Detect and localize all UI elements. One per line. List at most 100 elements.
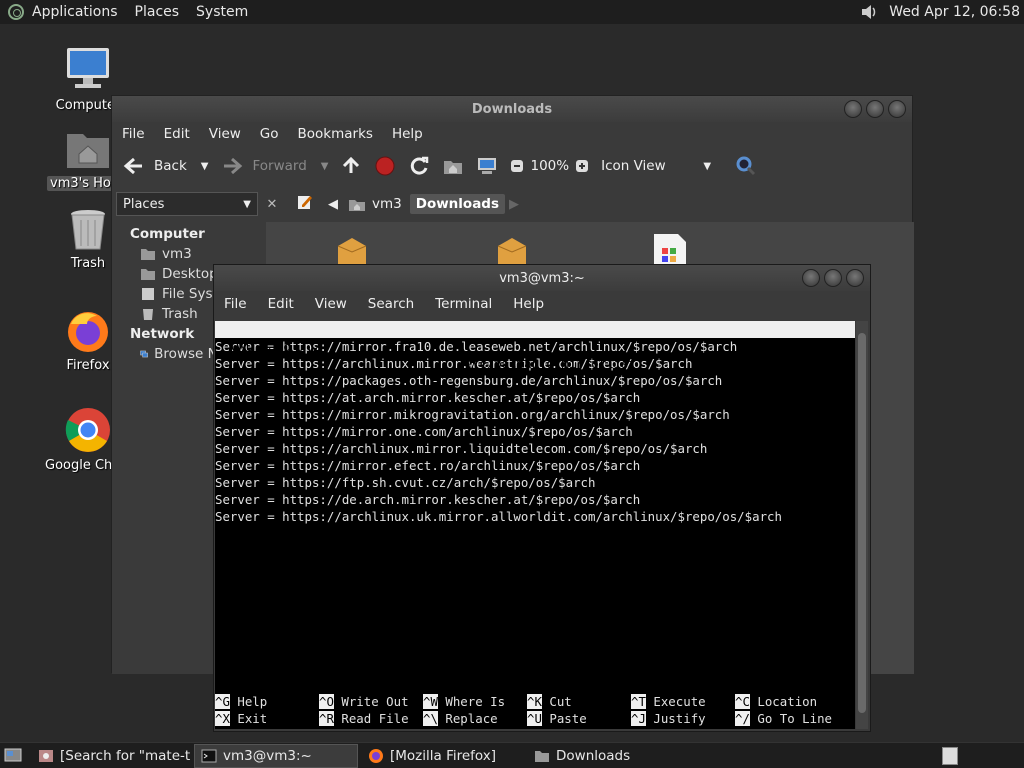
task-downloads[interactable]: Downloads [528,744,668,768]
home-icon [444,161,463,174]
menu-edit[interactable]: Edit [164,126,190,142]
scrollbar-thumb[interactable] [858,333,866,713]
close-button[interactable] [846,269,864,287]
document-file-icon[interactable] [650,232,690,268]
menu-search[interactable]: Search [368,296,414,312]
nano-version: GNU nano 7.2 [231,339,321,354]
reload-button[interactable] [408,155,430,177]
shortcut-help: ^G Help [215,694,268,709]
back-label: Back [154,158,187,174]
mate-logo-icon[interactable] [8,4,24,20]
task-firefox[interactable]: [Mozilla Firefox] [362,744,524,768]
buffer-line: Server = https://packages.oth-regensburg… [215,373,723,388]
view-mode-label: Icon View [601,158,666,174]
close-sidebar-icon[interactable]: ✕ [262,197,282,212]
toolbar: Back ▼ Forward ▼ 100% Icon View ▼ [112,146,912,186]
sidebar-item-label: vm3 [162,246,192,262]
nano-filename: /etc/pacman.d/mirrorlist [457,356,637,371]
network-icon [140,350,148,358]
package-file-icon[interactable] [332,234,372,268]
system-menu[interactable]: System [196,4,248,20]
shortcut-cut: ^K Cut [527,694,572,709]
shortcut-go-to-line: ^/ Go To Line [735,711,832,726]
nano-header: GNU nano 7.2 /etc/pacman.d/mirrorlist Mo… [215,321,855,388]
home-icon [349,200,365,211]
places-selector[interactable]: Places ▼ [116,192,258,216]
computer-button[interactable] [476,156,498,176]
zoom-in-icon [576,160,589,172]
back-button[interactable]: Back ▼ [122,156,208,176]
nano-shortcuts: ^G Help ^O Write Out ^W Where Is ^K Cut … [215,693,855,727]
window-titlebar[interactable]: Downloads [112,96,912,122]
tray: Wed Apr 12, 06:58 [859,0,1024,24]
reload-icon [411,156,429,175]
menu-view[interactable]: View [315,296,347,312]
menu-go[interactable]: Go [260,126,279,142]
clock[interactable]: Wed Apr 12, 06:58 [889,4,1024,20]
menu-help[interactable]: Help [513,296,544,312]
drive-icon [142,288,154,300]
minimize-button[interactable] [844,100,862,118]
maximize-button[interactable] [866,100,884,118]
desktop-folder-icon [141,269,155,280]
menu-terminal[interactable]: Terminal [435,296,492,312]
menu-edit[interactable]: Edit [268,296,294,312]
nano-editor[interactable]: GNU nano 7.2 /etc/pacman.d/mirrorlist Mo… [215,321,855,729]
close-button[interactable] [888,100,906,118]
home-button[interactable] [442,156,464,176]
search-button[interactable] [735,155,757,177]
sidebar-item-vm3[interactable]: vm3 [112,244,264,264]
zoom-level[interactable]: 100% [530,158,569,174]
maximize-button[interactable] [824,269,842,287]
chrome-icon [65,408,110,452]
zoom-out-button[interactable] [510,159,524,173]
sidebar-heading-computer: Computer [130,226,205,242]
menu-file[interactable]: File [122,126,145,142]
terminal-scrollbar[interactable] [856,321,868,729]
task-terminal[interactable]: vm3@vm3:~ [194,743,358,768]
chevron-down-icon[interactable]: ▼ [201,161,209,172]
show-desktop-button[interactable] [4,745,26,767]
minimize-button[interactable] [802,269,820,287]
zoom-out-icon [511,160,524,172]
places-menu[interactable]: Places [135,4,180,20]
buffer-line: Server = https://de.arch.mirror.kescher.… [215,492,641,507]
window-title: vm3@vm3:~ [499,270,585,286]
trash-icon [143,309,153,320]
sidebar-item-label: Desktop [162,266,218,282]
package-file-icon[interactable] [492,234,532,268]
task-label: vm3@vm3:~ [223,747,312,764]
chevron-down-icon[interactable]: ▼ [321,161,329,172]
back-arrow-icon [123,157,142,175]
menu-file[interactable]: File [224,296,247,312]
window-titlebar[interactable]: vm3@vm3:~ [214,265,870,291]
menu-help[interactable]: Help [392,126,423,142]
buffer-line: Server = https://archlinux.mirror.liquid… [215,441,708,456]
task-search[interactable]: [Search for "mate-te... [32,744,190,768]
buffer-line: Server = https://mirror.efect.ro/archlin… [215,458,641,473]
path-back-arrow-icon[interactable]: ◀ [328,197,338,212]
workspace-switcher-icon[interactable] [942,747,958,765]
path-forward-arrow-icon[interactable]: ▶ [509,197,519,212]
shortcut-read-file: ^R Read File [319,711,409,726]
shortcut-replace: ^\ Replace [423,711,498,726]
edit-location-icon[interactable] [296,193,314,215]
firefox-icon [68,312,108,352]
task-label: [Mozilla Firefox] [390,747,497,764]
menu-view[interactable]: View [209,126,241,142]
view-mode-select[interactable]: Icon View ▼ [601,158,711,174]
menu-bookmarks[interactable]: Bookmarks [298,126,373,142]
show-desktop-icon [4,748,22,761]
volume-icon[interactable] [859,2,879,22]
home-folder-icon [67,134,109,168]
stop-button[interactable] [374,155,396,177]
buffer-line: Server = https://archlinux.uk.mirror.all… [215,509,782,524]
path-button-downloads[interactable]: Downloads [409,194,506,214]
path-button-vm3[interactable]: vm3 [348,196,402,212]
menubar: File Edit View Go Bookmarks Help [112,122,912,146]
firefox-icon [369,748,383,763]
up-button[interactable] [340,155,362,177]
applications-menu[interactable]: Applications [32,4,118,20]
zoom-in-button[interactable] [575,159,589,173]
forward-button[interactable]: Forward ▼ [220,156,328,176]
